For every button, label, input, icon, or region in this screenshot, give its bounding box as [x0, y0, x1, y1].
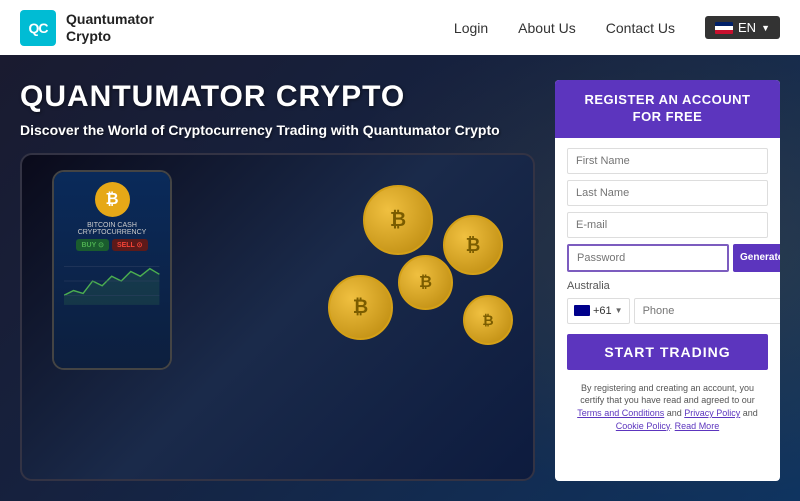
buy-label: BUY ⊙ [76, 239, 108, 251]
contact-link[interactable]: Contact Us [606, 20, 675, 36]
chevron-down-icon: ▼ [615, 306, 623, 315]
nav-right: Login About Us Contact Us EN ▼ [454, 16, 780, 39]
bitcoin-cash-label: BITCOIN CASHCRYPTOCURRENCY [78, 222, 147, 236]
coins-area: ₿ ₿ ₿ ₿ ₿ [313, 165, 513, 365]
form-header: REGISTER AN ACCOUNT FOR FREE [555, 80, 780, 138]
cookie-policy-link[interactable]: Cookie Policy [616, 421, 670, 431]
coin-4: ₿ [328, 275, 393, 340]
read-more-link[interactable]: Read More [675, 421, 720, 431]
password-input[interactable] [567, 244, 729, 272]
page-title: QUANTUMATOR CRYPTO [20, 80, 535, 114]
phone-mockup: ₿ BITCOIN CASHCRYPTOCURRENCY BUY ⊙ SELL … [52, 170, 172, 370]
language-button[interactable]: EN ▼ [705, 16, 780, 39]
chart-area [64, 256, 159, 306]
start-trading-button[interactable]: START TRADING [567, 334, 768, 370]
left-content: QUANTUMATOR CRYPTO Discover the World of… [20, 80, 535, 481]
flag-au-icon [574, 305, 590, 316]
coin-1: ₿ [363, 185, 433, 255]
flag-icon [715, 22, 733, 34]
logo-icon: QC [20, 10, 56, 46]
sell-label: SELL ⊙ [112, 239, 148, 251]
last-name-input[interactable] [567, 180, 768, 206]
logo-area: QC Quantumator Crypto [20, 10, 154, 46]
generate-passwords-button[interactable]: Generate passwords [733, 244, 780, 272]
chart-svg [64, 256, 159, 306]
hero-subtitle: Discover the World of Cryptocurrency Tra… [20, 122, 535, 138]
login-link[interactable]: Login [454, 20, 488, 36]
first-name-input[interactable] [567, 148, 768, 174]
country-code-selector[interactable]: +61 ▼ [567, 298, 630, 324]
terms-conditions-link[interactable]: Terms and Conditions [577, 408, 664, 418]
main-content: QUANTUMATOR CRYPTO Discover the World of… [0, 55, 800, 501]
register-panel: REGISTER AN ACCOUNT FOR FREE Generate pa… [555, 80, 780, 481]
email-input[interactable] [567, 212, 768, 238]
phone-input[interactable] [634, 298, 780, 324]
trade-buttons: BUY ⊙ SELL ⊙ [76, 239, 147, 251]
hero-image: ₿ BITCOIN CASHCRYPTOCURRENCY BUY ⊙ SELL … [20, 153, 535, 481]
password-row: Generate passwords [567, 244, 768, 272]
coin-5: ₿ [463, 295, 513, 345]
logo-text: Quantumator Crypto [66, 11, 154, 45]
phone-row: +61 ▼ [567, 298, 768, 324]
coin-2: ₿ [443, 215, 503, 275]
about-link[interactable]: About Us [518, 20, 576, 36]
chevron-down-icon: ▼ [761, 23, 770, 33]
header: QC Quantumator Crypto Login About Us Con… [0, 0, 800, 55]
terms-text: By registering and creating an account, … [567, 376, 768, 440]
coin-3: ₿ [398, 255, 453, 310]
form-body: Generate passwords Australia +61 ▼ START… [555, 138, 780, 481]
country-label: Australia [567, 280, 768, 292]
phone-screen: ₿ BITCOIN CASHCRYPTOCURRENCY BUY ⊙ SELL … [54, 172, 170, 368]
privacy-policy-link[interactable]: Privacy Policy [684, 408, 740, 418]
bitcoin-logo: ₿ [95, 182, 130, 217]
